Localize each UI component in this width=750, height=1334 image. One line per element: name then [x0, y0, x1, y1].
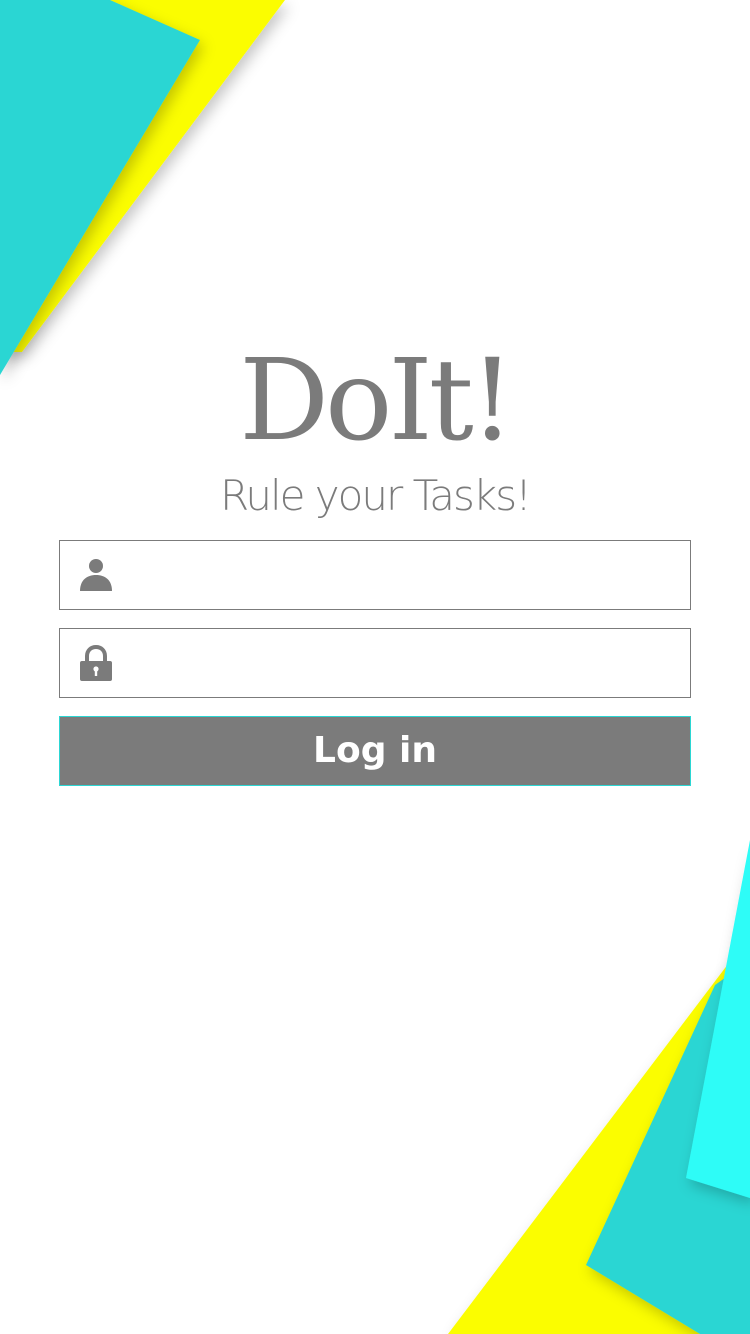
lock-icon	[78, 644, 114, 681]
app-tagline: Rule your Tasks!	[220, 471, 532, 520]
login-screen: DoIt! Rule your Tasks! Log in	[0, 0, 750, 1334]
login-button[interactable]: Log in	[59, 716, 691, 786]
password-field[interactable]	[59, 628, 691, 698]
app-title: DoIt!	[239, 336, 514, 466]
user-icon	[78, 557, 114, 593]
password-input[interactable]	[130, 629, 680, 697]
username-input[interactable]	[130, 541, 680, 609]
username-field[interactable]	[59, 540, 691, 610]
